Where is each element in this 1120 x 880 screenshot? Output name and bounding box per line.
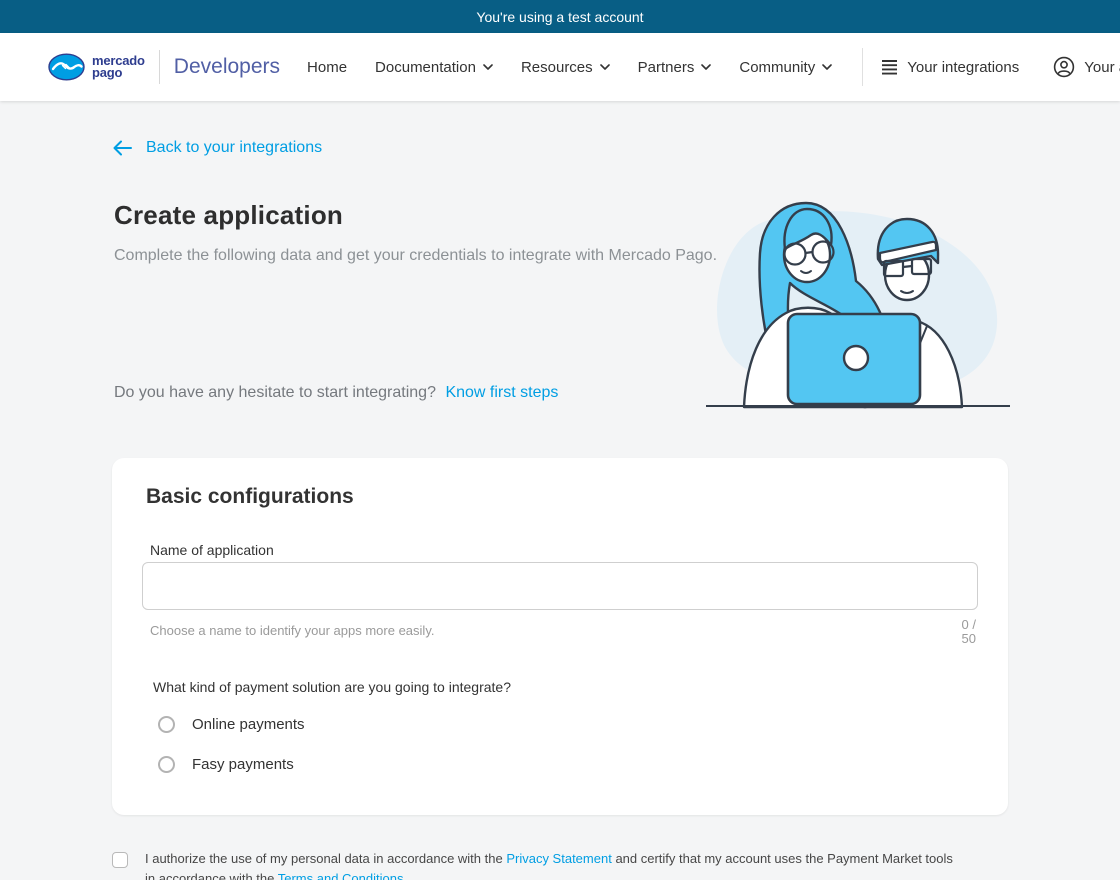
hint-row: Do you have any hesitate to start integr…	[114, 384, 558, 402]
developers-label: Developers	[173, 55, 281, 78]
page-subtitle: Complete the following data and get your…	[114, 247, 718, 264]
header: mercado pago Developers Home Documentati…	[0, 33, 1120, 101]
card-title: Basic configurations	[146, 485, 354, 508]
page-title: Create application	[114, 200, 343, 230]
test-account-banner: You're using a test account	[0, 0, 1120, 33]
nav-community[interactable]: Community	[739, 59, 833, 76]
chevron-down-icon	[483, 64, 493, 70]
basic-configurations-card: Basic configurations Name of application…	[112, 458, 1008, 815]
nav-partners[interactable]: Partners	[638, 59, 712, 76]
your-account-button[interactable]: Your account	[1053, 56, 1120, 78]
nav-documentation[interactable]: Documentation	[375, 59, 493, 76]
mercado-pago-wordmark: mercado pago	[92, 53, 145, 80]
chevron-down-icon	[599, 64, 610, 70]
mercado-pago-logo[interactable]: mercado pago Developers	[48, 50, 280, 84]
header-divider	[862, 48, 864, 86]
nav-home[interactable]: Home	[307, 59, 347, 76]
consent-checkbox[interactable]	[112, 852, 128, 868]
know-first-steps-link[interactable]: Know first steps	[445, 384, 558, 401]
user-account-icon	[1054, 56, 1075, 78]
consent-text: I authorize the use of my personal data …	[145, 849, 957, 880]
chevron-down-icon	[822, 64, 833, 70]
arrow-left-icon	[113, 140, 132, 156]
terms-and-conditions-link[interactable]: Terms and Conditions	[278, 871, 404, 880]
payment-solution-question: What kind of payment solution are you go…	[153, 679, 511, 695]
your-integrations-button[interactable]: Your integrations	[881, 59, 1019, 76]
radio-fasy-payments[interactable]: Fasy payments	[158, 756, 294, 773]
hint-question: Do you have any hesitate to start integr…	[114, 384, 436, 401]
back-to-integrations-link[interactable]: Back to your integrations	[112, 139, 322, 157]
character-counter: 0 / 50	[961, 617, 976, 646]
chevron-down-icon	[701, 64, 712, 70]
developers-illustration	[706, 201, 1010, 409]
test-account-banner-text: You're using a test account	[476, 8, 644, 25]
integrations-list-icon	[882, 60, 898, 75]
name-of-application-label: Name of application	[150, 542, 274, 558]
radio-circle-icon	[158, 716, 175, 733]
nav-resources[interactable]: Resources	[521, 59, 610, 76]
main-nav: Home Documentation Resources Partners Co…	[307, 59, 833, 76]
radio-circle-icon	[158, 756, 175, 773]
privacy-statement-link[interactable]: Privacy Statement	[506, 851, 612, 866]
application-name-input[interactable]	[142, 562, 978, 610]
header-actions: Your integrations Your account	[832, 48, 1120, 86]
mercado-pago-handshake-icon	[48, 53, 85, 81]
radio-online-payments[interactable]: Online payments	[158, 716, 305, 733]
brand-divider	[158, 50, 160, 84]
consent-row: I authorize the use of my personal data …	[112, 849, 957, 880]
name-helper-text: Choose a name to identify your apps more…	[150, 623, 435, 638]
